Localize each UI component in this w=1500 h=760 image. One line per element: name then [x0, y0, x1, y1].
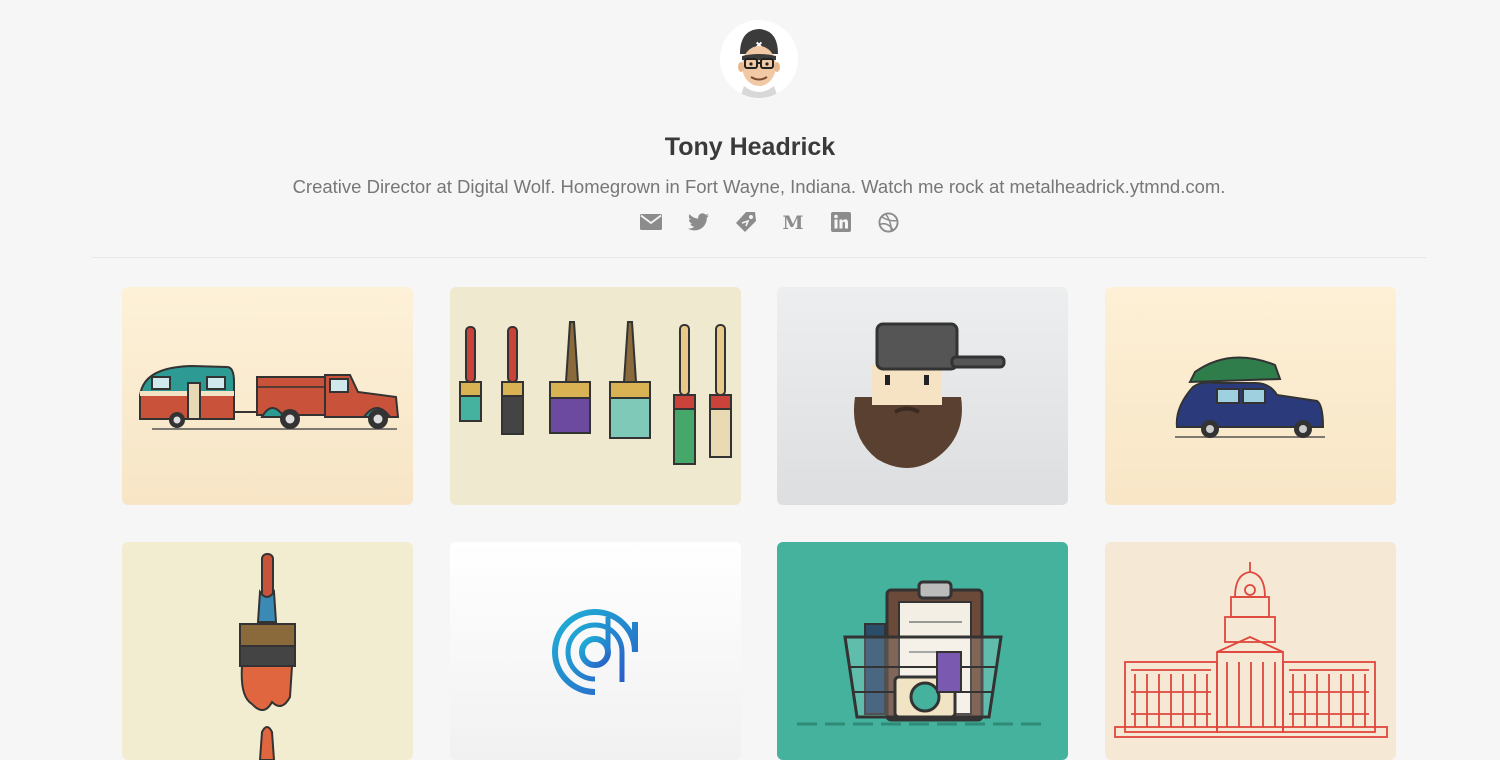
clipboard-basket-illustration [797, 580, 1047, 726]
paint-brushes-illustration [458, 321, 732, 465]
svg-text:M: M [783, 213, 804, 231]
header-divider [92, 257, 1426, 258]
shot-clipboard-basket[interactable] [777, 542, 1068, 760]
profile-bio: Creative Director at Digital Wolf. Homeg… [292, 176, 1226, 197]
shot-camper-truck[interactable] [122, 287, 413, 505]
tag-icon [735, 212, 756, 232]
profile-header: ✖ Tony Headrick Creative Director at Dig… [0, 0, 1500, 258]
profile-name: Tony Headrick [664, 133, 836, 161]
shot-car-tree[interactable] [1104, 287, 1396, 505]
social-links: M [627, 210, 912, 234]
shot-single-brush[interactable] [122, 542, 413, 760]
shot-d-logo[interactable] [449, 542, 741, 760]
mail-link[interactable] [627, 210, 675, 234]
avatar[interactable]: ✖ [720, 20, 798, 98]
medium-link[interactable]: M [770, 210, 818, 234]
capitol-building-illustration [1113, 562, 1388, 738]
linkedin-icon [830, 212, 851, 232]
shot-paint-brushes[interactable] [449, 287, 741, 505]
camper-truck-illustration [139, 364, 400, 430]
dribbble-icon [878, 211, 899, 233]
avatar-image: ✖ [720, 20, 798, 98]
shots-grid [122, 287, 1396, 760]
single-brush-illustration [239, 553, 296, 760]
mail-icon [639, 214, 662, 230]
medium-icon: M [783, 213, 804, 231]
d-logo-illustration [551, 609, 638, 695]
tag-link[interactable] [722, 210, 770, 234]
twitter-icon [687, 213, 709, 231]
linkedin-link[interactable] [817, 210, 865, 234]
bearded-guy-illustration [853, 322, 1006, 468]
dribbble-link[interactable] [865, 210, 913, 234]
twitter-link[interactable] [675, 210, 723, 234]
car-tree-illustration [1174, 356, 1325, 438]
shot-capitol-building[interactable] [1104, 542, 1396, 760]
shot-bearded-guy[interactable] [777, 287, 1068, 505]
